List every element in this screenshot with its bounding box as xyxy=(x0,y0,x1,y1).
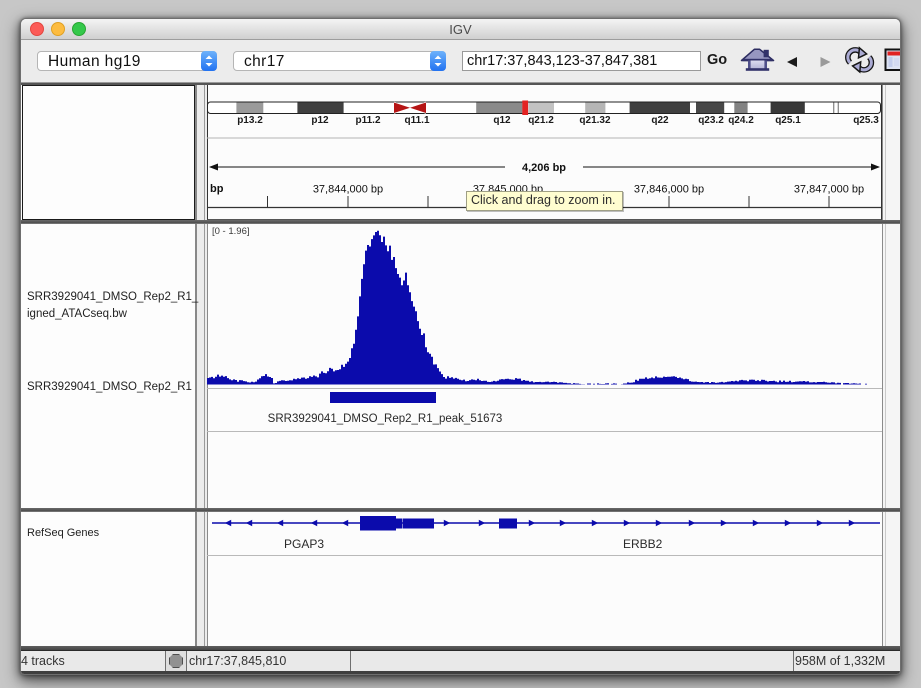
svg-text:bp: bp xyxy=(210,183,224,195)
svg-text:37,847,000 bp: 37,847,000 bp xyxy=(794,184,864,196)
svg-text:q24.2: q24.2 xyxy=(728,115,754,126)
svg-text:q11.1: q11.1 xyxy=(404,115,429,126)
svg-text:q21.32: q21.32 xyxy=(579,115,611,126)
svg-text:q12: q12 xyxy=(493,115,511,126)
svg-text:37,846,000 bp: 37,846,000 bp xyxy=(634,184,704,196)
svg-text:q21.2: q21.2 xyxy=(528,115,554,126)
svg-text:p11.2: p11.2 xyxy=(355,115,380,126)
svg-text:q25.3: q25.3 xyxy=(853,115,879,126)
svg-text:4,206 bp: 4,206 bp xyxy=(522,162,566,174)
svg-text:q25.1: q25.1 xyxy=(775,115,801,126)
svg-text:p12: p12 xyxy=(311,115,329,126)
svg-text:q22: q22 xyxy=(651,115,669,126)
svg-text:37,844,000 bp: 37,844,000 bp xyxy=(313,184,383,196)
svg-text:q23.2: q23.2 xyxy=(698,115,724,126)
svg-text:p13.2: p13.2 xyxy=(237,115,263,126)
